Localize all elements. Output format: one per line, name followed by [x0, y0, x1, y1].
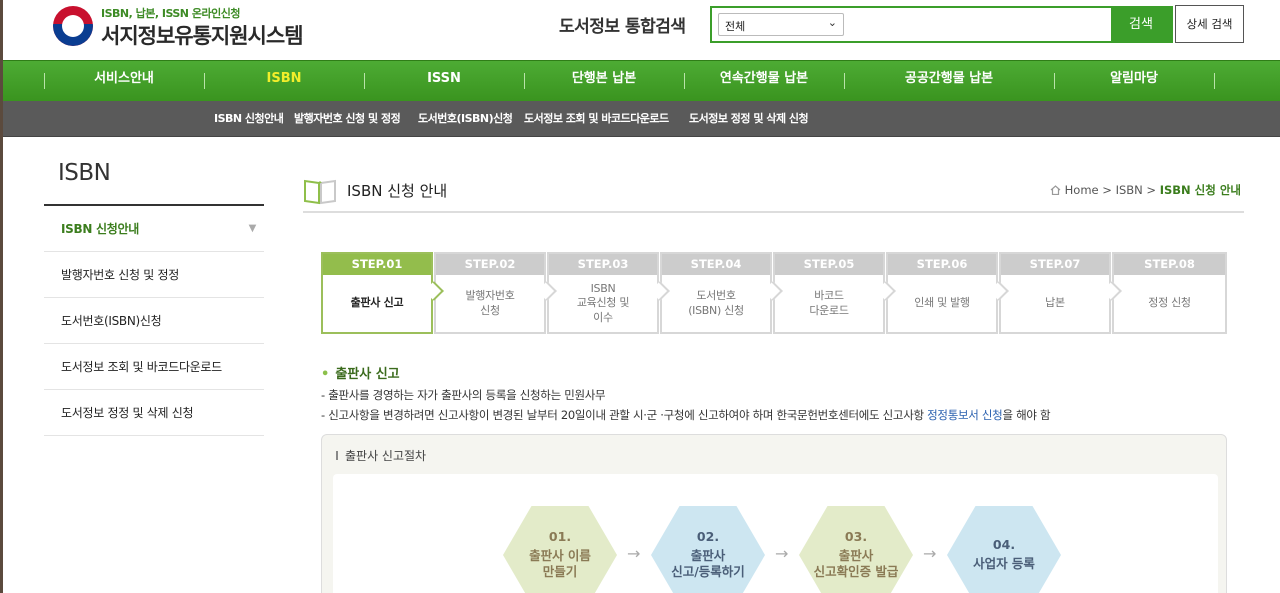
home-icon [1050, 185, 1061, 195]
step-tabs: STEP.01 출판사 신고 STEP.02 발행자번호 신청 STEP.03 I… [321, 252, 1227, 334]
step-label: 납본 [1045, 296, 1065, 310]
correction-notice-link[interactable]: 정정통보서 신청 [927, 408, 1003, 422]
bullet-icon: • [321, 367, 330, 382]
nav-item-service-info[interactable]: 서비스안내 [44, 61, 204, 102]
step-tab-06[interactable]: STEP.06 인쇄 및 발행 [886, 252, 1009, 334]
sidebar-item-book-correction[interactable]: 도서정보 정정 및 삭제 신청 [44, 390, 264, 436]
step-label: ISBN 교육신청 및 이수 [576, 282, 630, 324]
breadcrumb: Home > ISBN > ISBN 신청 안내 [1050, 182, 1241, 198]
step-label: 바코드 다운로드 [809, 289, 849, 317]
procedure-step-03: 03. 출판사 신고확인증 발급 [799, 506, 913, 593]
sidebar-item-isbn-apply[interactable]: 도서번호(ISBN)신청 [44, 298, 264, 344]
procedure-step-04: 04. 사업자 등록 [947, 506, 1061, 593]
subnav-publisher-number[interactable]: 발행자번호 신청 및 정정 [294, 101, 401, 137]
section-title: • 출판사 신고 [321, 367, 400, 382]
step-label: 인쇄 및 발행 [914, 296, 970, 310]
step-tab-04[interactable]: STEP.04 도서번호 (ISBN) 신청 [660, 252, 783, 334]
search-input[interactable] [848, 11, 1108, 38]
step-tab-03[interactable]: STEP.03 ISBN 교육신청 및 이수 [547, 252, 670, 334]
logo-subtitle: ISBN, 납본, ISSN 온라인신청 [101, 7, 240, 20]
step-tab-05[interactable]: STEP.05 바코드 다운로드 [773, 252, 896, 334]
step-number: STEP.08 [1114, 254, 1225, 275]
subnav-isbn-apply[interactable]: 도서번호(ISBN)신청 [418, 101, 513, 137]
page-title: ISBN 신청 안내 [347, 182, 448, 200]
step-number: STEP.01 [323, 254, 431, 275]
nav-item-serial-deposit[interactable]: 연속간행물 납본 [684, 61, 844, 102]
breadcrumb-current: ISBN 신청 안내 [1159, 183, 1241, 197]
chevron-down-icon: ⌄ [827, 16, 837, 29]
header: ISBN, 납본, ISSN 온라인신청 서지정보유통지원시스템 도서정보 통합… [3, 0, 1280, 60]
nav-divider [1214, 73, 1215, 89]
sidebar-title: ISBN [58, 160, 111, 186]
site-logo[interactable]: ISBN, 납본, ISSN 온라인신청 서지정보유통지원시스템 [51, 4, 351, 54]
step-number: STEP.06 [888, 254, 996, 275]
breadcrumb-separator: > [1102, 183, 1112, 197]
page: ISBN, 납본, ISSN 온라인신청 서지정보유통지원시스템 도서정보 통합… [0, 0, 1280, 593]
subnav-book-search-barcode[interactable]: 도서정보 조회 및 바코드다운로드 [524, 101, 669, 137]
step-tab-07[interactable]: STEP.07 납본 [999, 252, 1122, 334]
sidebar-item-label: 발행자번호 신청 및 정정 [61, 268, 179, 282]
procedure-step-01: 01. 출판사 이름 만들기 [503, 506, 617, 593]
step-number: STEP.05 [775, 254, 883, 275]
procedure-title: 출판사 신고절차 [336, 447, 426, 464]
step-number: STEP.03 [549, 254, 657, 275]
step-tab-08[interactable]: STEP.08 정정 신청 [1112, 252, 1227, 334]
sub-nav: ISBN 신청안내 발행자번호 신청 및 정정 도서번호(ISBN)신청 도서정… [3, 101, 1280, 137]
subnav-book-correction[interactable]: 도서정보 정정 및 삭제 신청 [689, 101, 809, 137]
title-divider [303, 211, 1244, 213]
step-number: STEP.07 [1001, 254, 1109, 275]
chevron-down-icon: ▼ [248, 223, 257, 234]
sidebar-item-publisher-number[interactable]: 발행자번호 신청 및 정정 [44, 252, 264, 298]
breadcrumb-home[interactable]: Home [1065, 183, 1099, 197]
nav-item-notice[interactable]: 알림마당 [1054, 61, 1214, 102]
nav-item-isbn[interactable]: ISBN [204, 61, 364, 102]
breadcrumb-separator: > [1146, 183, 1157, 197]
procedure-box: 출판사 신고절차 01. 출판사 이름 만들기 → 02. 출판사 신고/등록하… [321, 434, 1227, 593]
search-box: 전체 ⌄ 검색 [710, 6, 1173, 43]
arrow-right-icon: → [775, 544, 789, 563]
sidebar-item-label: 도서정보 조회 및 바코드다운로드 [61, 360, 222, 374]
step-label: 정정 신청 [1148, 296, 1191, 310]
breadcrumb-isbn[interactable]: ISBN [1116, 183, 1143, 197]
nav-item-book-deposit[interactable]: 단행본 납본 [524, 61, 684, 102]
arrow-right-icon: → [923, 544, 937, 563]
nav-item-issn[interactable]: ISSN [364, 61, 524, 102]
arrow-right-icon: → [627, 544, 641, 563]
search-category-select[interactable]: 전체 ⌄ [718, 13, 844, 36]
section-description: - 신고사항을 변경하려면 신고사항이 변경된 날부터 20일이내 관할 시·군… [321, 408, 1051, 422]
step-number: STEP.02 [436, 254, 544, 275]
sidebar-item-label: 도서번호(ISBN)신청 [61, 314, 162, 328]
nav-item-public-deposit[interactable]: 공공간행물 납본 [844, 61, 1054, 102]
procedure-diagram: 01. 출판사 이름 만들기 → 02. 출판사 신고/등록하기 → 03. 출… [333, 474, 1218, 593]
logo-title: 서지정보유통지원시스템 [101, 24, 304, 48]
search-button[interactable]: 검색 [1111, 8, 1171, 41]
search-title: 도서정보 통합검색 [559, 17, 686, 37]
step-number: STEP.04 [662, 254, 770, 275]
section-description: - 출판사를 경영하는 자가 출판사의 등록을 신청하는 민원사무 [321, 388, 606, 402]
step-label: 출판사 신고 [350, 296, 404, 310]
sidebar-item-isbn-guide[interactable]: ISBN 신청안내 ▼ [44, 206, 264, 252]
sidebar-item-label: 도서정보 정정 및 삭제 신청 [61, 406, 194, 420]
step-tab-01[interactable]: STEP.01 출판사 신고 [321, 252, 444, 334]
sidebar-item-label: ISBN 신청안내 [61, 222, 139, 236]
step-label: 발행자번호 신청 [465, 289, 515, 317]
subnav-isbn-guide[interactable]: ISBN 신청안내 [214, 101, 284, 137]
taegeuk-emblem-icon [53, 6, 93, 46]
detail-search-button[interactable]: 상세 검색 [1175, 5, 1244, 43]
sidebar-item-book-search-barcode[interactable]: 도서정보 조회 및 바코드다운로드 [44, 344, 264, 390]
step-label: 도서번호 (ISBN) 신청 [688, 289, 744, 317]
search-category-value: 전체 [725, 20, 746, 33]
step-tab-02[interactable]: STEP.02 발행자번호 신청 [434, 252, 557, 334]
open-book-icon [304, 179, 336, 205]
main-nav: 서비스안내 ISBN ISSN 단행본 납본 연속간행물 납본 공공간행물 납본… [3, 60, 1280, 101]
procedure-step-02: 02. 출판사 신고/등록하기 [651, 506, 765, 593]
